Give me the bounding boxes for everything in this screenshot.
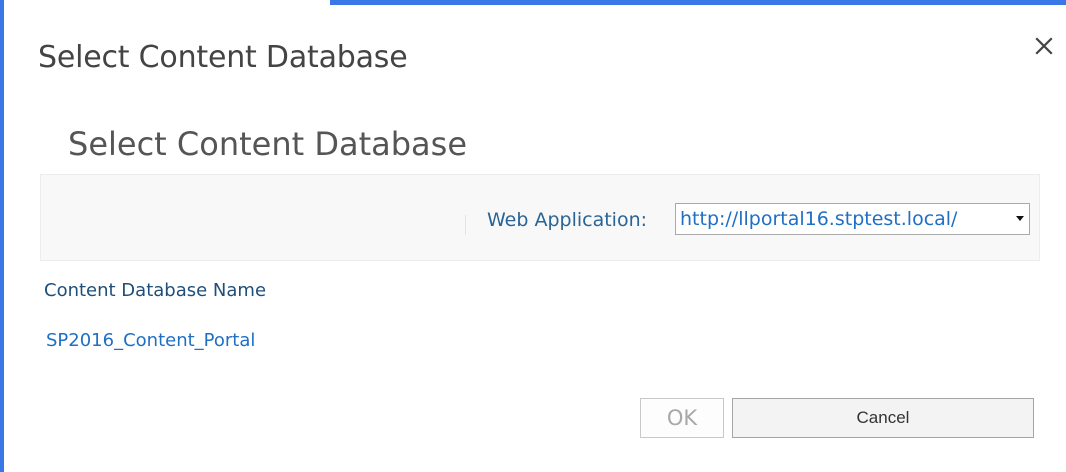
dialog-title: Select Content Database	[38, 40, 408, 75]
caret-down-icon	[1011, 216, 1029, 222]
page-heading: Select Content Database	[68, 125, 468, 163]
toolbar-panel: Web Application: http://llportal16.stpte…	[40, 174, 1040, 261]
window-frame-left-border	[0, 0, 4, 472]
content-database-name-column-header: Content Database Name	[44, 280, 267, 301]
web-application-dropdown[interactable]: http://llportal16.stptest.local/	[675, 203, 1030, 235]
close-icon	[1035, 37, 1053, 55]
web-application-selected-value: http://llportal16.stptest.local/	[680, 208, 958, 230]
window-frame-top-border	[330, 0, 1066, 5]
content-database-link[interactable]: SP2016_Content_Portal	[46, 330, 255, 351]
ok-button[interactable]: OK	[640, 398, 724, 438]
toolbar-divider	[465, 215, 466, 235]
close-button[interactable]	[1028, 30, 1060, 62]
cancel-button[interactable]: Cancel	[732, 398, 1034, 438]
web-application-label: Web Application:	[487, 209, 648, 231]
